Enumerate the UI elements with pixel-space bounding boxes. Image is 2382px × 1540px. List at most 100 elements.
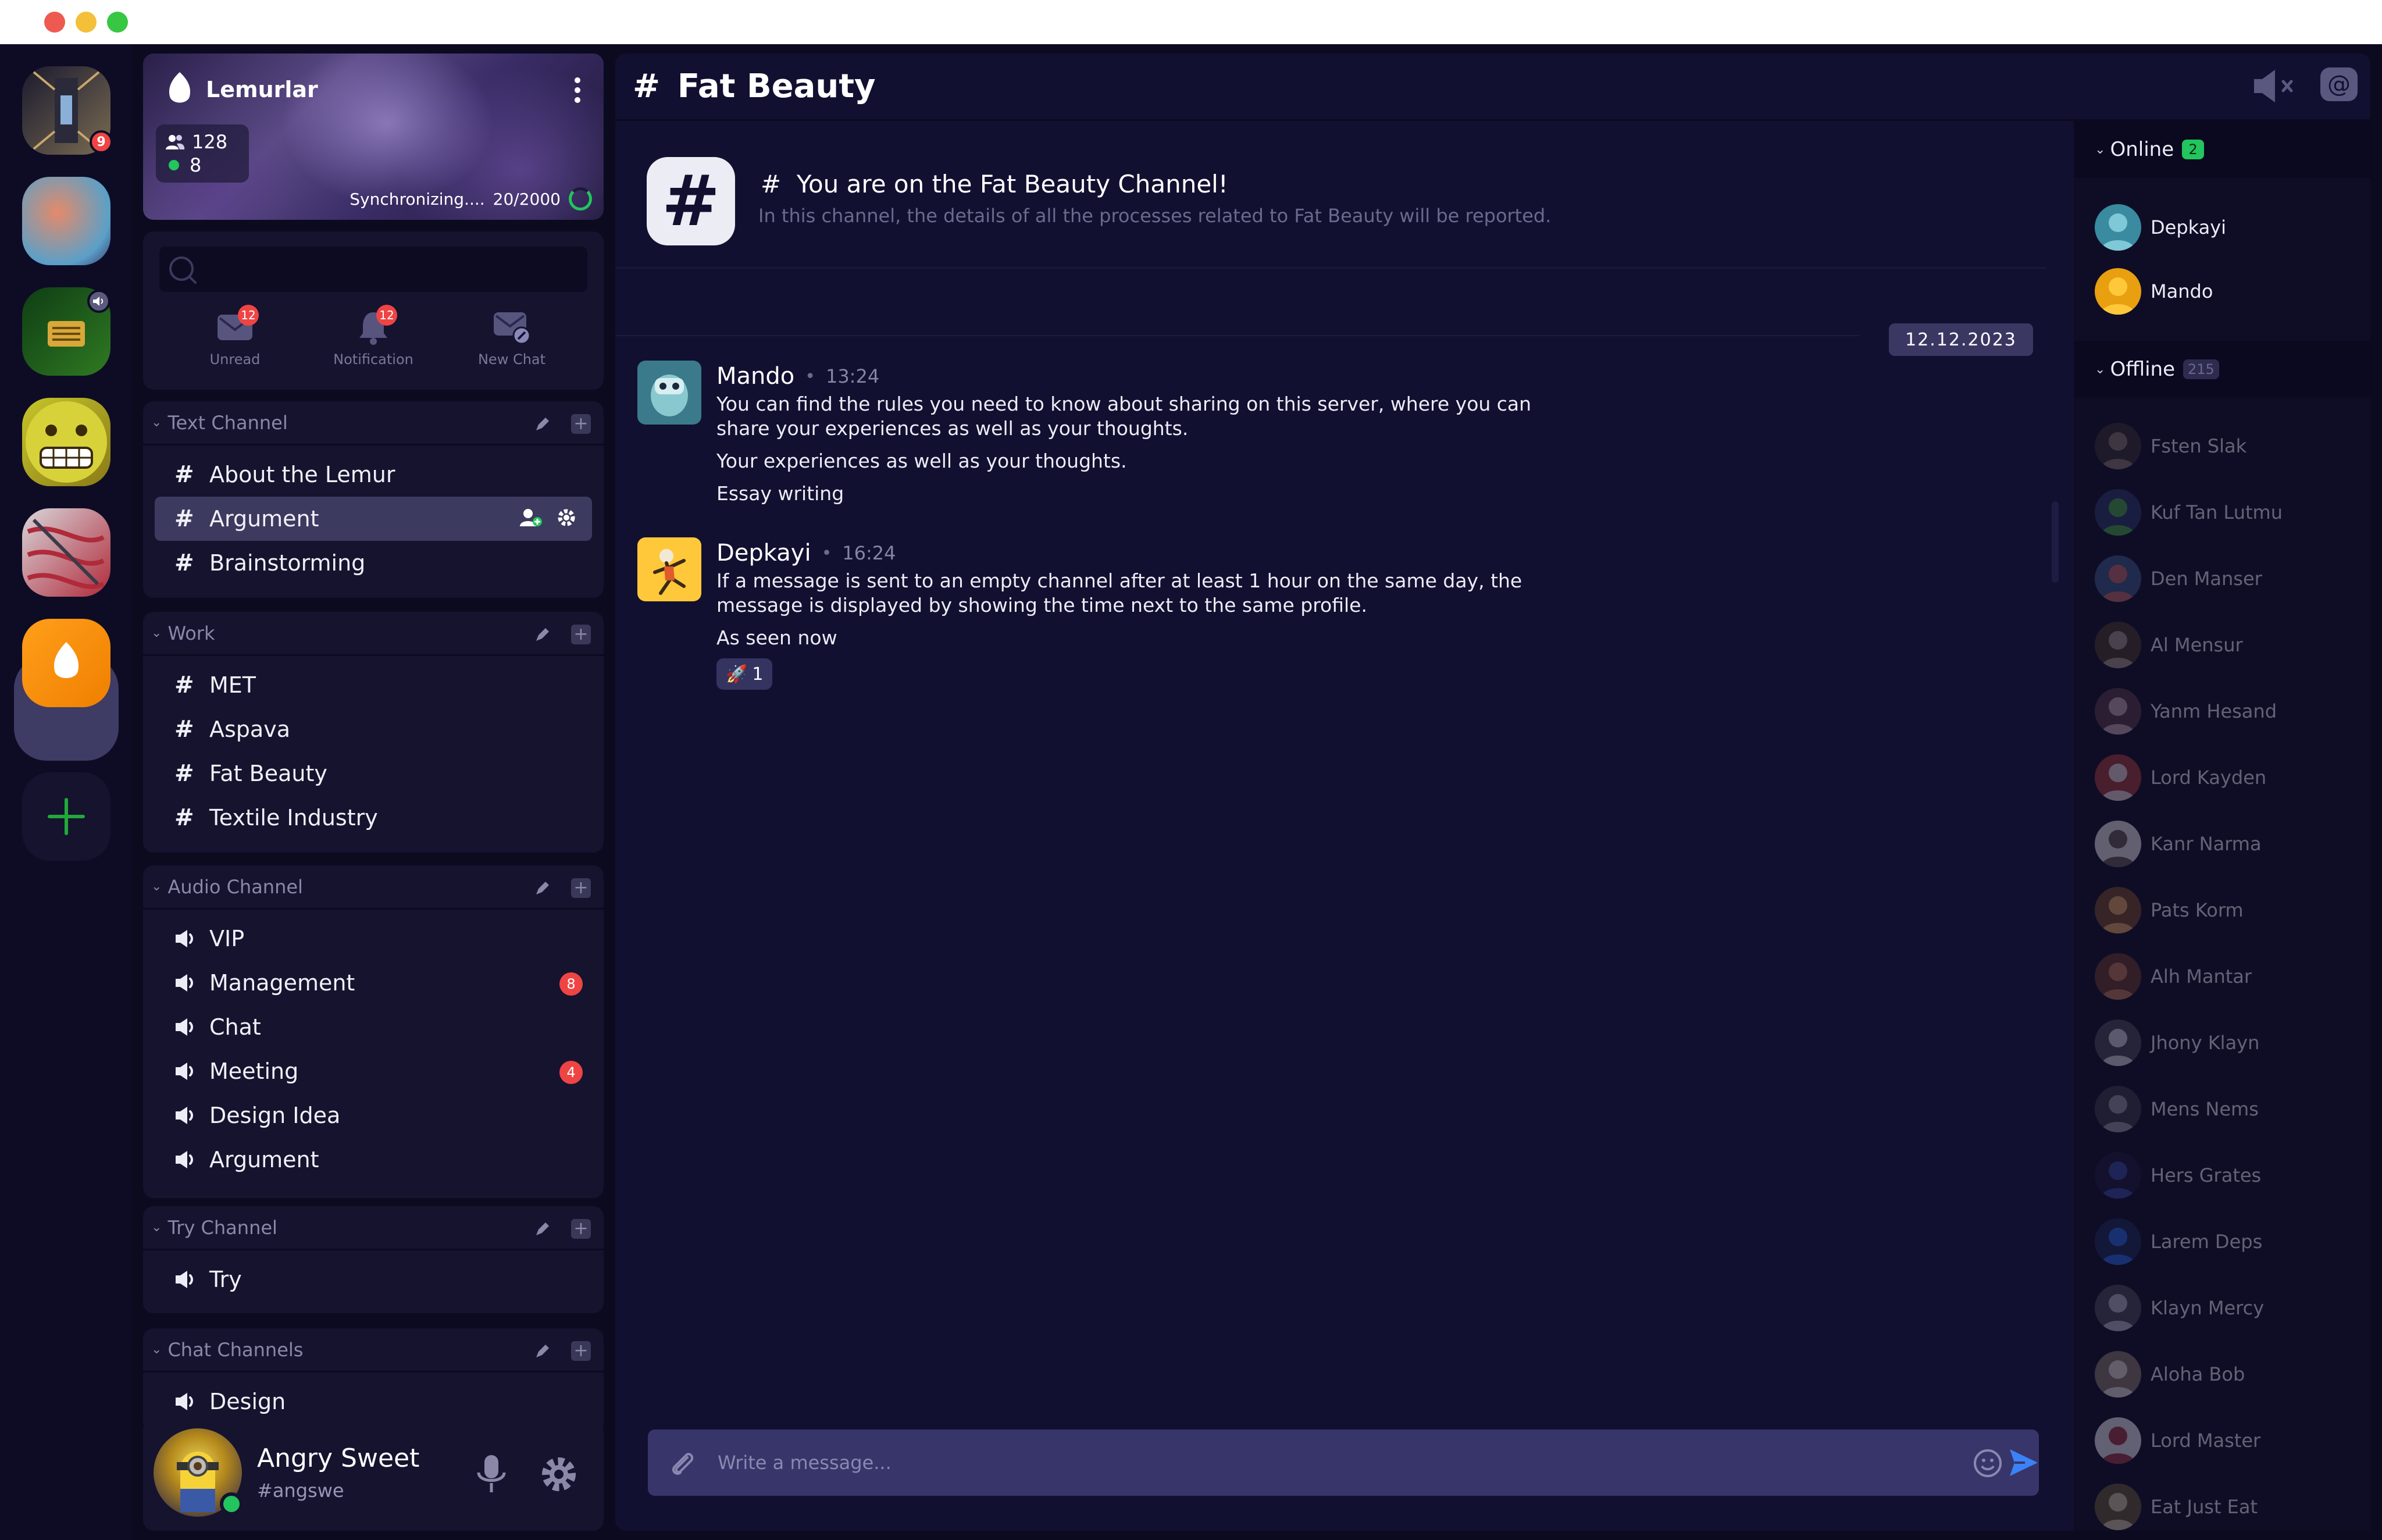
voice-channel-chat[interactable]: Chat bbox=[155, 1005, 592, 1049]
member-item[interactable]: Larem Deps bbox=[2095, 1218, 2362, 1265]
message-input[interactable] bbox=[718, 1447, 1881, 1478]
member-item[interactable]: Aloha Bob bbox=[2095, 1350, 2362, 1398]
member-item[interactable]: Alh Mantar bbox=[2095, 953, 2362, 1000]
window-minimize-button[interactable] bbox=[76, 12, 97, 33]
mute-speaker-icon[interactable] bbox=[2252, 67, 2298, 105]
channel-brainstorming[interactable]: # Brainstorming bbox=[155, 541, 592, 585]
edit-pencil-icon[interactable] bbox=[534, 627, 550, 643]
add-server-button[interactable] bbox=[22, 772, 110, 861]
message-author[interactable]: Depkayi bbox=[716, 540, 811, 566]
gear-icon[interactable] bbox=[556, 507, 577, 528]
group-header[interactable]: ⌄ Work + bbox=[143, 612, 604, 656]
server-header[interactable]: Lemurlar 128 8 Synchronizing.... 20/2000 bbox=[143, 54, 604, 220]
notification-button[interactable]: 12 Notification bbox=[315, 305, 432, 368]
offline-section-header[interactable]: ⌄ Offline 215 bbox=[2074, 341, 2370, 398]
server-orb[interactable] bbox=[22, 177, 110, 265]
new-chat-label: New Chat bbox=[477, 351, 546, 368]
plus-icon bbox=[48, 798, 85, 835]
message-text: As seen now bbox=[716, 626, 837, 649]
channel-fat-beauty[interactable]: # Fat Beauty bbox=[155, 751, 592, 796]
reaction-chip[interactable]: 🚀 1 bbox=[716, 658, 773, 690]
voice-channel-meeting[interactable]: Meeting 4 bbox=[155, 1049, 592, 1093]
group-header[interactable]: ⌄ Try Channel + bbox=[143, 1206, 604, 1250]
server-stats: 128 8 bbox=[156, 124, 249, 183]
offline-count-badge: 215 bbox=[2183, 359, 2219, 379]
message-avatar[interactable] bbox=[637, 537, 701, 601]
group-header[interactable]: ⌄ Chat Channels + bbox=[143, 1328, 604, 1373]
server-abstract[interactable] bbox=[22, 508, 110, 597]
edit-pencil-icon[interactable] bbox=[534, 880, 550, 897]
channel-name: Design Idea bbox=[209, 1103, 341, 1128]
group-header[interactable]: ⌄ Audio Channel + bbox=[143, 865, 604, 910]
member-avatar bbox=[2095, 953, 2141, 1000]
message-avatar[interactable] bbox=[637, 361, 701, 425]
add-channel-button[interactable]: + bbox=[571, 414, 591, 434]
message-scrollbar[interactable] bbox=[2052, 501, 2059, 583]
edit-pencil-icon[interactable] bbox=[534, 1343, 550, 1360]
member-item[interactable]: Fsten Slak bbox=[2095, 422, 2362, 470]
member-name: Yanm Hesand bbox=[2151, 700, 2277, 722]
group-header[interactable]: ⌄ Text Channel + bbox=[143, 401, 604, 445]
channel-header: # Fat Beauty @ bbox=[615, 54, 2370, 121]
member-item[interactable]: Jhony Klayn bbox=[2095, 1019, 2362, 1067]
channel-name: VIP bbox=[209, 926, 245, 951]
new-chat-button[interactable]: New Chat bbox=[454, 307, 570, 368]
add-channel-button[interactable]: + bbox=[571, 1219, 591, 1239]
member-item[interactable]: Eat Just Eat bbox=[2095, 1483, 2362, 1531]
server-menu-button[interactable] bbox=[573, 77, 582, 106]
member-item[interactable]: Hers Grates bbox=[2095, 1152, 2362, 1199]
add-channel-button[interactable]: + bbox=[571, 878, 591, 898]
microphone-icon[interactable] bbox=[476, 1454, 507, 1495]
server-lemurlar[interactable] bbox=[22, 619, 110, 707]
voice-channel-vip[interactable]: VIP bbox=[155, 917, 592, 961]
member-item[interactable]: Mens Nems bbox=[2095, 1085, 2362, 1133]
voice-channel-design[interactable]: Design bbox=[155, 1379, 592, 1424]
member-item[interactable]: Den Manser bbox=[2095, 555, 2362, 603]
emoji-icon[interactable] bbox=[1973, 1448, 2003, 1478]
channel-met[interactable]: # MET bbox=[155, 663, 592, 707]
channel-textile-industry[interactable]: # Textile Industry bbox=[155, 796, 592, 840]
member-item[interactable]: Al Mensur bbox=[2095, 621, 2362, 669]
message-author[interactable]: Mando bbox=[716, 363, 794, 390]
window-close-button[interactable] bbox=[44, 12, 65, 33]
add-member-icon[interactable] bbox=[520, 508, 542, 527]
send-icon[interactable] bbox=[2007, 1447, 2040, 1478]
group-title: Try Channel bbox=[167, 1216, 277, 1239]
hash-icon: # bbox=[174, 461, 194, 488]
search-icon bbox=[169, 256, 197, 284]
member-item[interactable]: Lord Kayden bbox=[2095, 754, 2362, 801]
channel-name: Textile Industry bbox=[209, 805, 378, 830]
mention-at-icon[interactable]: @ bbox=[2318, 65, 2360, 107]
voice-channel-try[interactable]: Try bbox=[155, 1257, 592, 1302]
member-item[interactable]: Klayn Mercy bbox=[2095, 1284, 2362, 1332]
add-channel-button[interactable]: + bbox=[571, 1341, 591, 1361]
member-item[interactable]: Pats Korm bbox=[2095, 886, 2362, 934]
member-name: Hers Grates bbox=[2151, 1164, 2262, 1186]
voice-channel-management[interactable]: Management 8 bbox=[155, 961, 592, 1005]
member-item[interactable]: Yanm Hesand bbox=[2095, 687, 2362, 735]
member-avatar-icon bbox=[2095, 489, 2141, 536]
channel-aspava[interactable]: # Aspava bbox=[155, 707, 592, 751]
unread-button[interactable]: 12 Unread bbox=[177, 305, 293, 368]
edit-pencil-icon[interactable] bbox=[534, 416, 550, 433]
voice-channel-argument[interactable]: Argument bbox=[155, 1138, 592, 1182]
add-channel-button[interactable]: + bbox=[571, 625, 591, 644]
member-item[interactable]: Kanr Narma bbox=[2095, 820, 2362, 868]
edit-pencil-icon[interactable] bbox=[534, 1221, 550, 1238]
voice-channel-design-idea[interactable]: Design Idea bbox=[155, 1093, 592, 1138]
member-item[interactable]: Kuf Tan Lutmu bbox=[2095, 489, 2362, 536]
member-item[interactable]: Lord Master bbox=[2095, 1417, 2362, 1464]
online-section-header[interactable]: ⌄ Online 2 bbox=[2074, 121, 2370, 178]
member-item[interactable]: Depkayi bbox=[2095, 204, 2362, 251]
server-emoji[interactable] bbox=[22, 398, 110, 486]
abstract-art-icon bbox=[27, 518, 105, 589]
member-item[interactable]: Mando bbox=[2095, 268, 2362, 315]
window-maximize-button[interactable] bbox=[107, 12, 128, 33]
settings-gear-icon[interactable] bbox=[539, 1454, 579, 1495]
channel-column: Lemurlar 128 8 Synchronizing.... 20/2000 bbox=[143, 54, 604, 1531]
channel-about-the-lemur[interactable]: # About the Lemur bbox=[155, 452, 592, 497]
channel-argument[interactable]: # Argument bbox=[155, 497, 592, 541]
paperclip-icon[interactable] bbox=[668, 1449, 696, 1477]
search-field[interactable] bbox=[159, 247, 587, 292]
channel-name: Argument bbox=[209, 1147, 319, 1172]
